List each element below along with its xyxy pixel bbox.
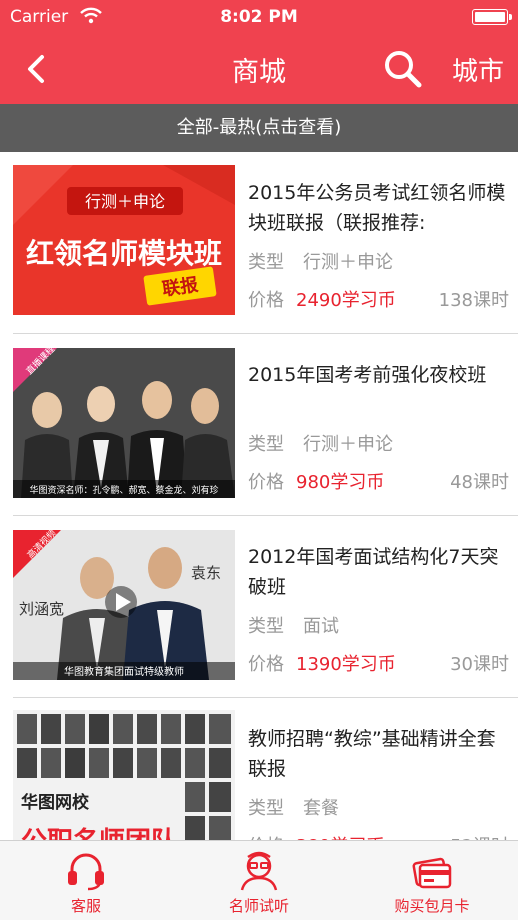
course-title: 教师招聘“教综”基础精讲全套联报: [248, 728, 496, 780]
course-thumbnail: 行测＋申论 红领名师模块班 联报: [13, 165, 235, 315]
tab-monthly-card[interactable]: 购买包月卡: [346, 841, 518, 920]
course-thumbnail: 高清视频 刘涵宽 袁东 华图教育集团面试特级教师: [13, 530, 235, 680]
status-bar: Carrier 8:02 PM: [0, 0, 518, 34]
thumb-caption: 华图教育集团面试特级教师: [64, 665, 184, 678]
tab-label: 客服: [70, 897, 101, 915]
tab-label: 购买包月卡: [394, 897, 470, 915]
price-label: 价格: [248, 472, 284, 493]
thumb-caption: 华图资深名师：孔令鹏、郝宽、蔡金龙、刘有珍: [29, 484, 218, 496]
price-label: 价格: [248, 832, 284, 840]
type-label: 类型: [248, 616, 284, 637]
thumb-headline: 公职名师团队: [21, 826, 178, 840]
filter-bar[interactable]: 全部-最热(点击查看): [0, 104, 518, 152]
tab-customer-service[interactable]: 客服: [0, 841, 172, 920]
tab-bar: 客服 名师试听 购买包月卡: [0, 840, 518, 920]
type-label: 类型: [248, 252, 284, 273]
price-value: 2490学习币: [296, 290, 396, 311]
thumb-headline: 红领名师模块班: [26, 237, 222, 270]
course-thumbnail: 直播课程 华图资深名师：孔令鹏、郝宽、蔡金龙、刘有珍: [13, 348, 235, 498]
course-title: 2015年国考考前强化夜校班: [248, 364, 487, 386]
type-value: 面试: [303, 616, 339, 637]
course-title: 2012年国考面试结构化7天突破班: [248, 546, 499, 598]
page-title: 商城: [232, 57, 286, 88]
city-button[interactable]: 城市: [452, 51, 504, 88]
list-item[interactable]: 高清视频 刘涵宽 袁东 华图教育集团面试特级教师 2012年国考面试结构化7天突…: [0, 516, 518, 698]
type-label: 类型: [248, 798, 284, 819]
type-value: 行测＋申论: [303, 252, 393, 273]
type-value: 行测＋申论: [303, 434, 393, 455]
teacher-icon: [240, 851, 278, 891]
hours-value: 138课时: [438, 290, 509, 311]
thumb-name-left: 刘涵宽: [19, 600, 64, 618]
list-item[interactable]: 华图网校 公职名师团队 教师招聘“教综”基础精讲全套联报 类型 套餐 价格 38…: [0, 698, 518, 840]
course-thumbnail: 华图网校 公职名师团队: [13, 710, 235, 840]
hours-value: 48课时: [450, 472, 509, 493]
battery-icon: [472, 9, 512, 25]
thumb-badge: 行测＋申论: [85, 192, 165, 211]
card-icon: [412, 857, 452, 889]
course-title: 2015年公务员考试红领名师模块班联报（联报推荐:: [248, 182, 506, 234]
tab-label: 名师试听: [228, 897, 289, 915]
product-list: 行测＋申论 红领名师模块班 联报 2015年公务员考试红领名师模块班联报（联报推…: [0, 152, 518, 840]
headset-icon: [68, 853, 104, 891]
list-item[interactable]: 直播课程 华图资深名师：孔令鹏、郝宽、蔡金龙、刘有珍 2015年国考考前强化夜校…: [0, 334, 518, 516]
nav-bar: 商城 城市: [0, 34, 518, 104]
price-value: 980学习币: [296, 472, 385, 493]
clock: 8:02 PM: [220, 7, 298, 27]
thumb-brand: 华图网校: [21, 792, 90, 813]
type-label: 类型: [248, 434, 284, 455]
tab-teacher-trial[interactable]: 名师试听: [173, 841, 345, 920]
price-value: 1390学习币: [296, 654, 396, 675]
price-label: 价格: [248, 290, 284, 311]
hours-value: 52课时: [450, 832, 509, 840]
hours-value: 30课时: [450, 654, 509, 675]
list-item[interactable]: 行测＋申论 红领名师模块班 联报 2015年公务员考试红领名师模块班联报（联报推…: [0, 152, 518, 334]
type-value: 套餐: [303, 798, 339, 819]
thumb-name-right: 袁东: [191, 564, 221, 582]
price-label: 价格: [248, 654, 284, 675]
search-icon[interactable]: [382, 49, 424, 89]
price-value: 380学习币: [296, 832, 384, 840]
